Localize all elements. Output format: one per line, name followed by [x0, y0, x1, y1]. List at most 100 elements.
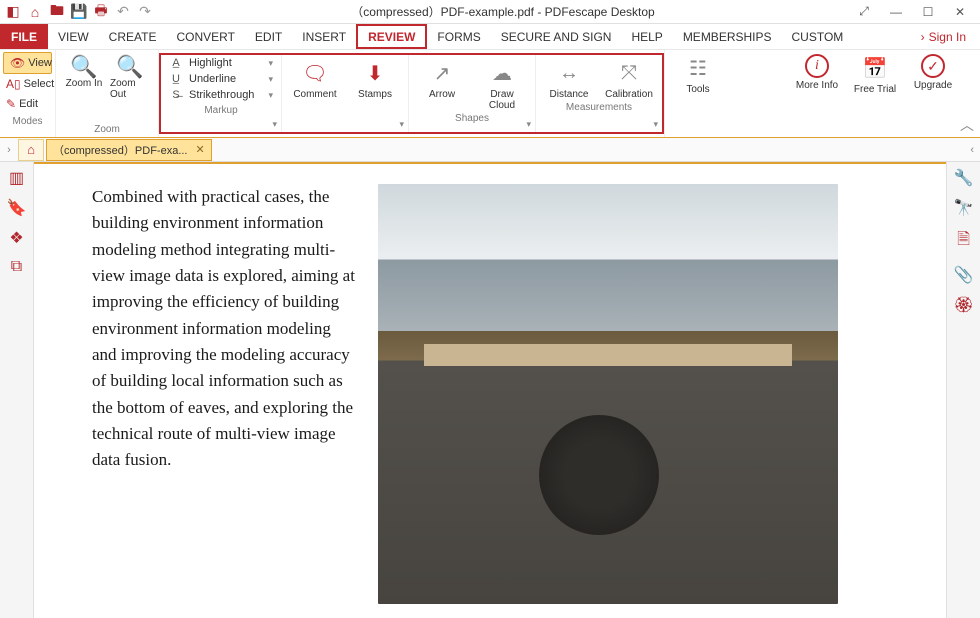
mode-select-button[interactable]: A▯Select	[0, 74, 55, 94]
calibration-label: Calibration	[605, 89, 653, 100]
highlight-button[interactable]: A̲Highlight▾	[161, 55, 281, 71]
mode-edit-button[interactable]: ✎Edit	[0, 94, 55, 114]
menu-forms[interactable]: FORMS	[427, 24, 490, 49]
layers-icon[interactable]: ❖	[9, 228, 23, 248]
upgrade-button[interactable]: ✓Upgrade	[908, 54, 958, 137]
chevron-down-icon: ▾	[268, 90, 273, 101]
mode-view-button[interactable]: 👁View	[3, 52, 52, 74]
strikethrough-button[interactable]: S̶Strikethrough▾	[161, 87, 281, 103]
arrow-label: Arrow	[429, 89, 455, 100]
home-tab[interactable]: ⌂	[18, 139, 44, 161]
distance-button[interactable]: ↔Distance	[544, 59, 594, 100]
menu-view[interactable]: VIEW	[48, 24, 99, 49]
stamps-button[interactable]: ⬇︎ Stamps	[350, 59, 400, 100]
stamps-label: Stamps	[358, 89, 392, 100]
tools-button[interactable]: ☷Tools	[673, 54, 723, 95]
chevron-down-icon[interactable]: ▾	[272, 119, 277, 130]
upgrade-label: Upgrade	[914, 80, 952, 91]
document-viewport[interactable]: Combined with practical cases, the build…	[34, 162, 946, 618]
menu-custom[interactable]: CUSTOM	[782, 24, 854, 49]
strikethrough-icon: S̶	[169, 89, 183, 101]
maximize-icon[interactable]: ☐	[916, 3, 940, 21]
tools-label: Tools	[686, 84, 709, 95]
wrench-icon[interactable]: 🔧	[954, 168, 974, 188]
more-info-label: More Info	[796, 80, 838, 91]
underline-label: Underline	[189, 73, 236, 85]
calibration-button[interactable]: ⤧ Calibration	[604, 59, 654, 100]
binoculars-icon[interactable]: 🔭	[954, 198, 974, 218]
menu-secure[interactable]: SECURE AND SIGN	[491, 24, 622, 49]
main-area: ▥ 🔖 ❖ ⧉ Combined with practical cases, t…	[0, 162, 980, 618]
ribbon: 👁View A▯Select ✎Edit Modes 🔍Zoom In 🔍Zoo…	[0, 50, 980, 138]
more-info-button[interactable]: iMore Info	[792, 54, 842, 137]
chevron-down-icon[interactable]: ▾	[526, 119, 531, 130]
select-icon: A▯	[6, 77, 21, 91]
page-icon[interactable]: 🗎	[957, 228, 970, 255]
underline-button[interactable]: U̲ Underline ▾	[161, 71, 281, 87]
zoom-out-icon: 🔍	[116, 56, 143, 78]
pages-icon[interactable]: ⧉	[11, 258, 22, 276]
comment-button[interactable]: 🗨Comment	[290, 59, 340, 100]
mode-edit-label: Edit	[19, 98, 38, 110]
bookmarks-icon[interactable]: 🔖	[7, 198, 27, 218]
ribbon-award-icon[interactable]: 🏵	[953, 295, 973, 315]
markup-panel: A̲Highlight▾ U̲ Underline ▾ S̶Strikethroug…	[161, 55, 281, 132]
distance-icon: ↔	[555, 59, 583, 87]
close-tab-icon[interactable]: ✕	[195, 143, 204, 156]
app-icon[interactable]: ◧	[4, 3, 22, 21]
menu-edit[interactable]: EDIT	[245, 24, 292, 49]
zoom-in-button[interactable]: 🔍Zoom In	[64, 56, 104, 100]
menu-review[interactable]: REVIEW	[356, 24, 427, 49]
zoom-panel: 🔍Zoom In 🔍Zoom Out Zoom	[56, 50, 159, 137]
menu-help[interactable]: HELP	[621, 24, 672, 49]
underline-icon: U̲	[169, 73, 183, 85]
menu-convert[interactable]: CONVERT	[166, 24, 244, 49]
sign-in-link[interactable]: › Sign In	[907, 24, 980, 49]
thumbnails-icon[interactable]: ▥	[9, 168, 24, 188]
free-trial-button[interactable]: 📅Free Trial	[850, 54, 900, 137]
menu-memberships[interactable]: MEMBERSHIPS	[673, 24, 782, 49]
arrow-button[interactable]: ↗ Arrow	[417, 59, 467, 111]
zoom-out-button[interactable]: 🔍Zoom Out	[110, 56, 150, 100]
menu-file[interactable]: FILE	[0, 24, 48, 49]
minimize-icon[interactable]: —	[884, 3, 908, 21]
modes-panel: 👁View A▯Select ✎Edit Modes	[0, 50, 56, 137]
redo-icon[interactable]: ↷	[136, 3, 154, 21]
chevron-down-icon: ▾	[268, 58, 273, 69]
menu-bar: FILE VIEW CREATE CONVERT EDIT INSERT REV…	[0, 24, 980, 50]
zoom-in-icon: 🔍	[70, 56, 97, 78]
document-tab[interactable]: （compressed）PDF-exa... ✕	[46, 139, 212, 161]
right-sidebar: 🔧 🔭 🗎 📎 🏵	[946, 162, 980, 618]
chevron-down-icon[interactable]: ▾	[399, 119, 404, 130]
eye-icon: 👁	[10, 56, 25, 70]
open-icon[interactable]: 🖿	[48, 3, 66, 21]
attachment-icon[interactable]: 📎	[954, 265, 974, 285]
pencil-icon: ✎	[6, 97, 16, 111]
document-image-container	[374, 184, 946, 618]
cloud-icon: ☁	[488, 59, 516, 87]
calibration-icon: ⤧	[615, 59, 643, 87]
menu-insert[interactable]: INSERT	[292, 24, 356, 49]
calendar-icon: 📅	[861, 54, 889, 82]
close-icon[interactable]: ✕	[948, 3, 972, 21]
stamp-icon: ⬇︎	[361, 59, 389, 87]
tab-next-icon[interactable]: ‹	[970, 144, 980, 156]
menu-create[interactable]: CREATE	[99, 24, 167, 49]
chevron-down-icon[interactable]: ▾	[653, 119, 658, 130]
home-icon[interactable]: ⌂	[26, 3, 44, 21]
draw-cloud-button[interactable]: ☁Draw Cloud	[477, 59, 527, 111]
mode-view-label: View	[28, 57, 52, 69]
ribbon-collapse-icon[interactable]: ︿	[960, 115, 974, 135]
tab-prev-icon[interactable]: ›	[0, 144, 18, 156]
sign-in-label: Sign In	[929, 30, 966, 44]
document-tab-label: （compressed）PDF-exa...	[53, 142, 187, 158]
markup-label: Markup	[161, 103, 281, 116]
quick-access-toolbar: ◧ ⌂ 🖿 💾 🖶 ↶ ↷	[0, 3, 154, 21]
chevron-down-icon: ▾	[268, 74, 273, 85]
save-icon[interactable]: 💾	[70, 3, 88, 21]
chevron-right-icon: ›	[921, 30, 925, 44]
print-icon[interactable]: 🖶	[92, 3, 110, 21]
undo-icon[interactable]: ↶	[114, 3, 132, 21]
collapse-ribbon-icon[interactable]: ⤢	[852, 3, 876, 21]
arrow-icon: ↗	[428, 59, 456, 87]
